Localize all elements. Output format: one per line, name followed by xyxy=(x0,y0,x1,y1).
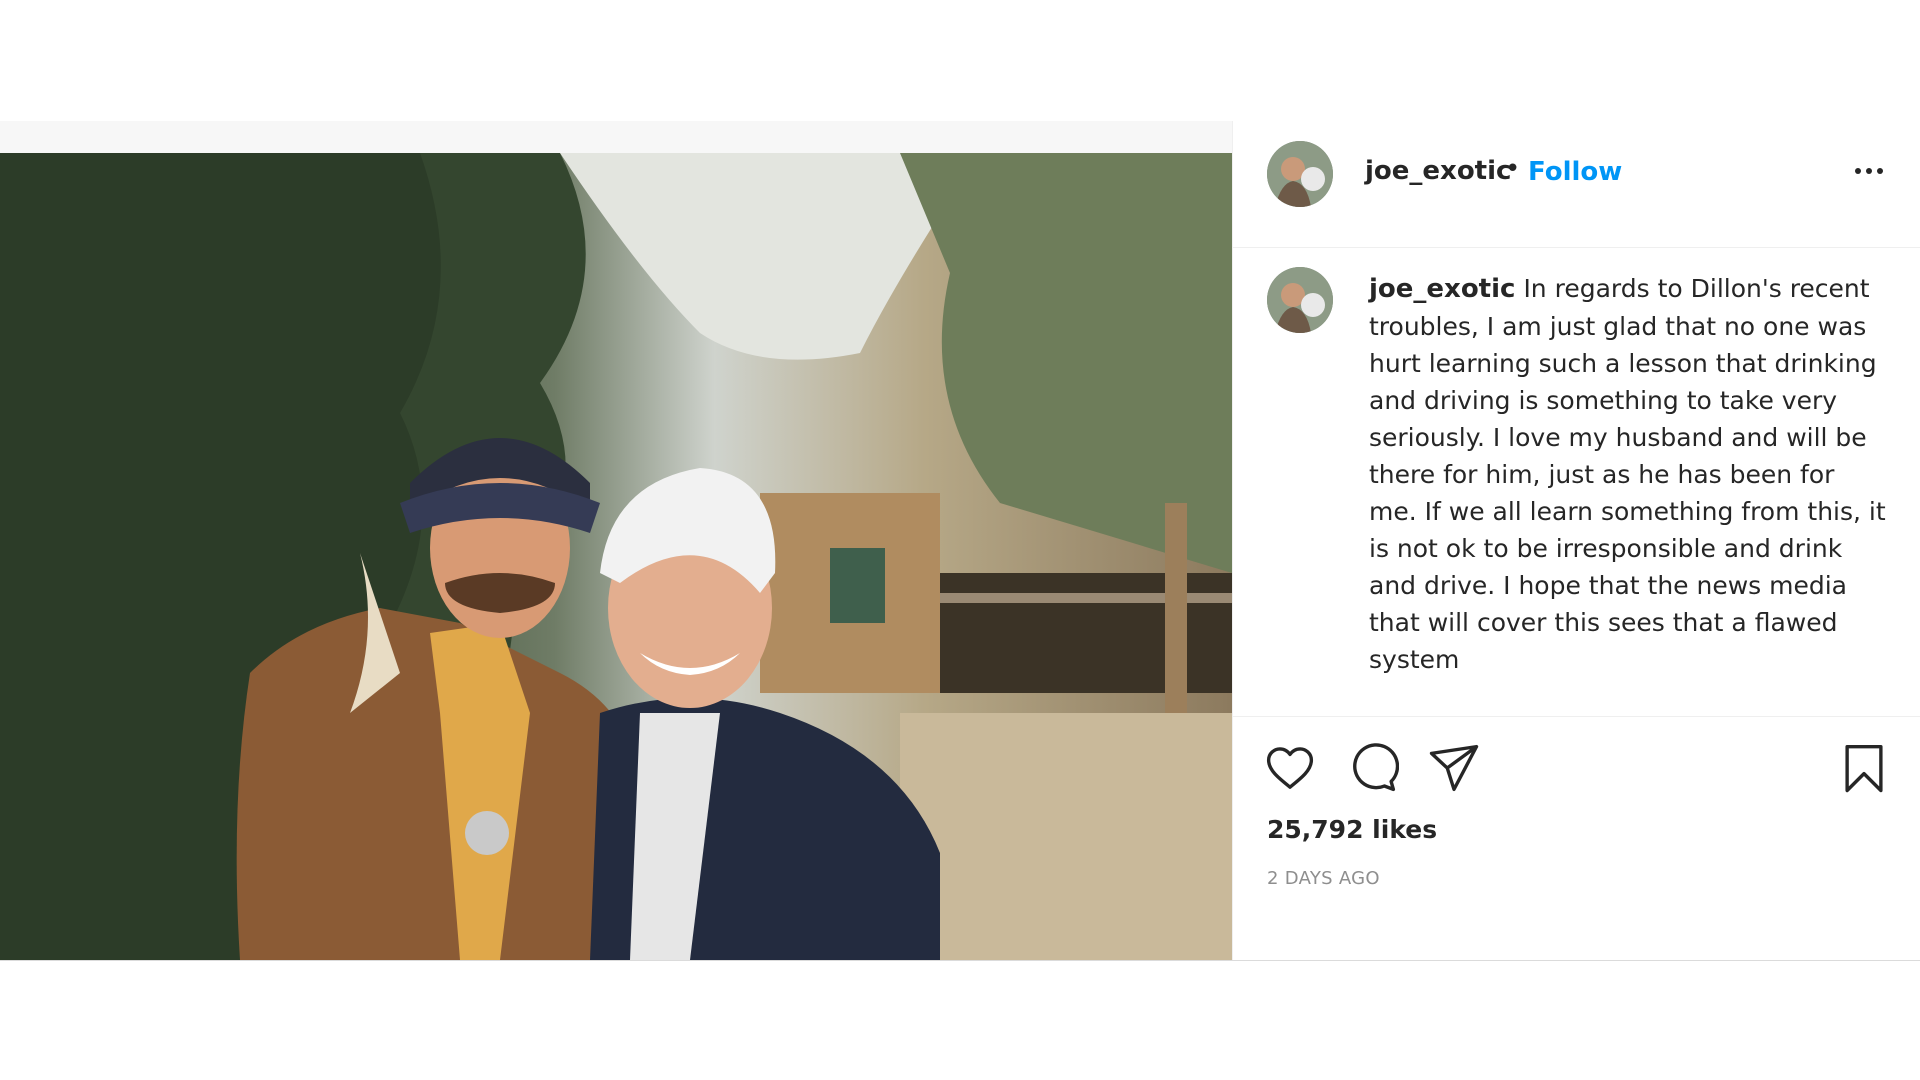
bookmark-icon[interactable] xyxy=(1837,741,1891,795)
paper-plane-icon[interactable] xyxy=(1427,741,1481,795)
caption-username[interactable]: joe_exotic xyxy=(1369,274,1515,304)
post-sidebar: joe_exotic • Follow joe_exotic In regards… xyxy=(1232,121,1920,960)
post-actions: 25,792 likes 2 DAYS AGO xyxy=(1233,716,1920,961)
post-timestamp[interactable]: 2 DAYS AGO xyxy=(1267,868,1380,889)
caption-text: In regards to Dillon's recent troubles, … xyxy=(1369,274,1886,674)
more-options-icon[interactable] xyxy=(1849,151,1889,191)
comment-icon[interactable] xyxy=(1345,741,1399,795)
author-username[interactable]: joe_exotic xyxy=(1365,156,1511,186)
avatar-image xyxy=(1267,141,1333,207)
caption-avatar-image xyxy=(1267,267,1333,333)
instagram-post: joe_exotic • Follow joe_exotic In regards… xyxy=(0,121,1920,961)
post-media xyxy=(0,121,1232,960)
caption-avatar[interactable] xyxy=(1267,267,1333,333)
post-photo[interactable] xyxy=(0,153,1232,960)
heart-icon[interactable] xyxy=(1263,741,1317,795)
likes-count[interactable]: 25,792 likes xyxy=(1267,815,1437,844)
photo-illustration xyxy=(0,153,1232,960)
follow-button[interactable]: Follow xyxy=(1528,157,1622,187)
post-caption: joe_exotic In regards to Dillon's recent … xyxy=(1369,270,1889,678)
separator-dot: • xyxy=(1505,154,1521,184)
avatar[interactable] xyxy=(1267,141,1333,207)
post-header: joe_exotic • Follow xyxy=(1233,121,1920,248)
